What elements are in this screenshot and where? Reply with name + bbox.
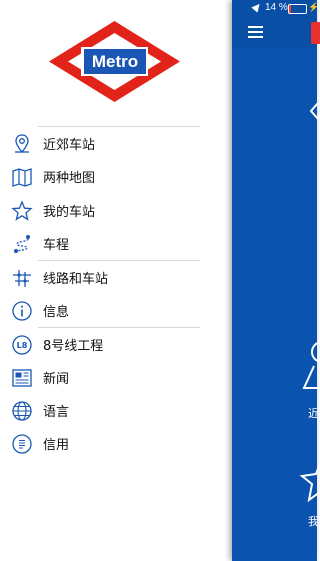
- navigation-drawer: Metro 近郊车站 两种地图 我的车站 车程 线路和车站 信息 L8 8号线工…: [0, 0, 232, 561]
- location-pin-icon: [10, 132, 34, 156]
- person-location-icon[interactable]: [300, 340, 320, 392]
- menu-item-label: 近郊车站: [43, 138, 96, 154]
- menu-item-language[interactable]: 语言: [0, 394, 232, 427]
- logo-text: Metro: [91, 52, 139, 71]
- header-red-button[interactable]: [311, 22, 320, 44]
- nearby-label-partial: 近: [308, 407, 319, 420]
- svg-text:L8: L8: [17, 341, 28, 350]
- menu-item-label: 两种地图: [43, 171, 96, 187]
- newspaper-icon: [10, 366, 34, 390]
- menu-item-maps[interactable]: 两种地图: [0, 160, 232, 193]
- credits-icon: [10, 432, 34, 456]
- menu-item-label: 信用: [43, 438, 70, 454]
- menu-item-nearby-stations[interactable]: 近郊车站: [0, 127, 232, 160]
- charging-bolt-icon: ⚡: [308, 2, 320, 12]
- status-bar: 14 % ⚡: [232, 0, 320, 16]
- menu-item-info[interactable]: 信息: [0, 294, 232, 327]
- star-outline-icon[interactable]: [298, 456, 320, 504]
- menu-item-label: 语言: [43, 405, 70, 421]
- battery-percent: 14 %: [265, 2, 288, 13]
- l8-badge-icon: L8: [10, 333, 34, 357]
- route-icon: [10, 232, 34, 256]
- top-app-bar: 14 % ⚡: [232, 0, 320, 48]
- menu-item-label: 线路和车站: [43, 272, 109, 288]
- menu-item-line8-works[interactable]: L8 8号线工程: [0, 328, 232, 361]
- menu-item-label: 8号线工程: [43, 339, 104, 355]
- menu-item-journey[interactable]: 车程: [0, 227, 232, 260]
- my-stations-label-partial: 我: [308, 515, 319, 528]
- map-icon: [10, 165, 34, 189]
- menu-item-label: 车程: [43, 238, 70, 254]
- star-icon: [10, 199, 34, 223]
- menu-item-my-stations[interactable]: 我的车站: [0, 194, 232, 227]
- battery-icon: [288, 4, 307, 14]
- lines-stations-icon: [10, 266, 34, 290]
- info-icon: [10, 299, 34, 323]
- menu-item-label: 新闻: [43, 372, 70, 388]
- menu-item-lines-and-stations[interactable]: 线路和车站: [0, 261, 232, 294]
- menu-item-news[interactable]: 新闻: [0, 361, 232, 394]
- menu-item-label: 我的车站: [43, 205, 96, 221]
- menu-item-credits[interactable]: 信用: [0, 427, 232, 460]
- location-arrow-icon: [251, 1, 263, 13]
- menu-item-label: 信息: [43, 305, 70, 321]
- partial-chevron-icon: [309, 102, 319, 120]
- globe-icon: [10, 399, 34, 423]
- hamburger-menu-button[interactable]: [248, 26, 263, 38]
- metro-logo: Metro: [47, 19, 182, 104]
- main-content-panel[interactable]: 14 % ⚡ 近 我: [232, 0, 320, 561]
